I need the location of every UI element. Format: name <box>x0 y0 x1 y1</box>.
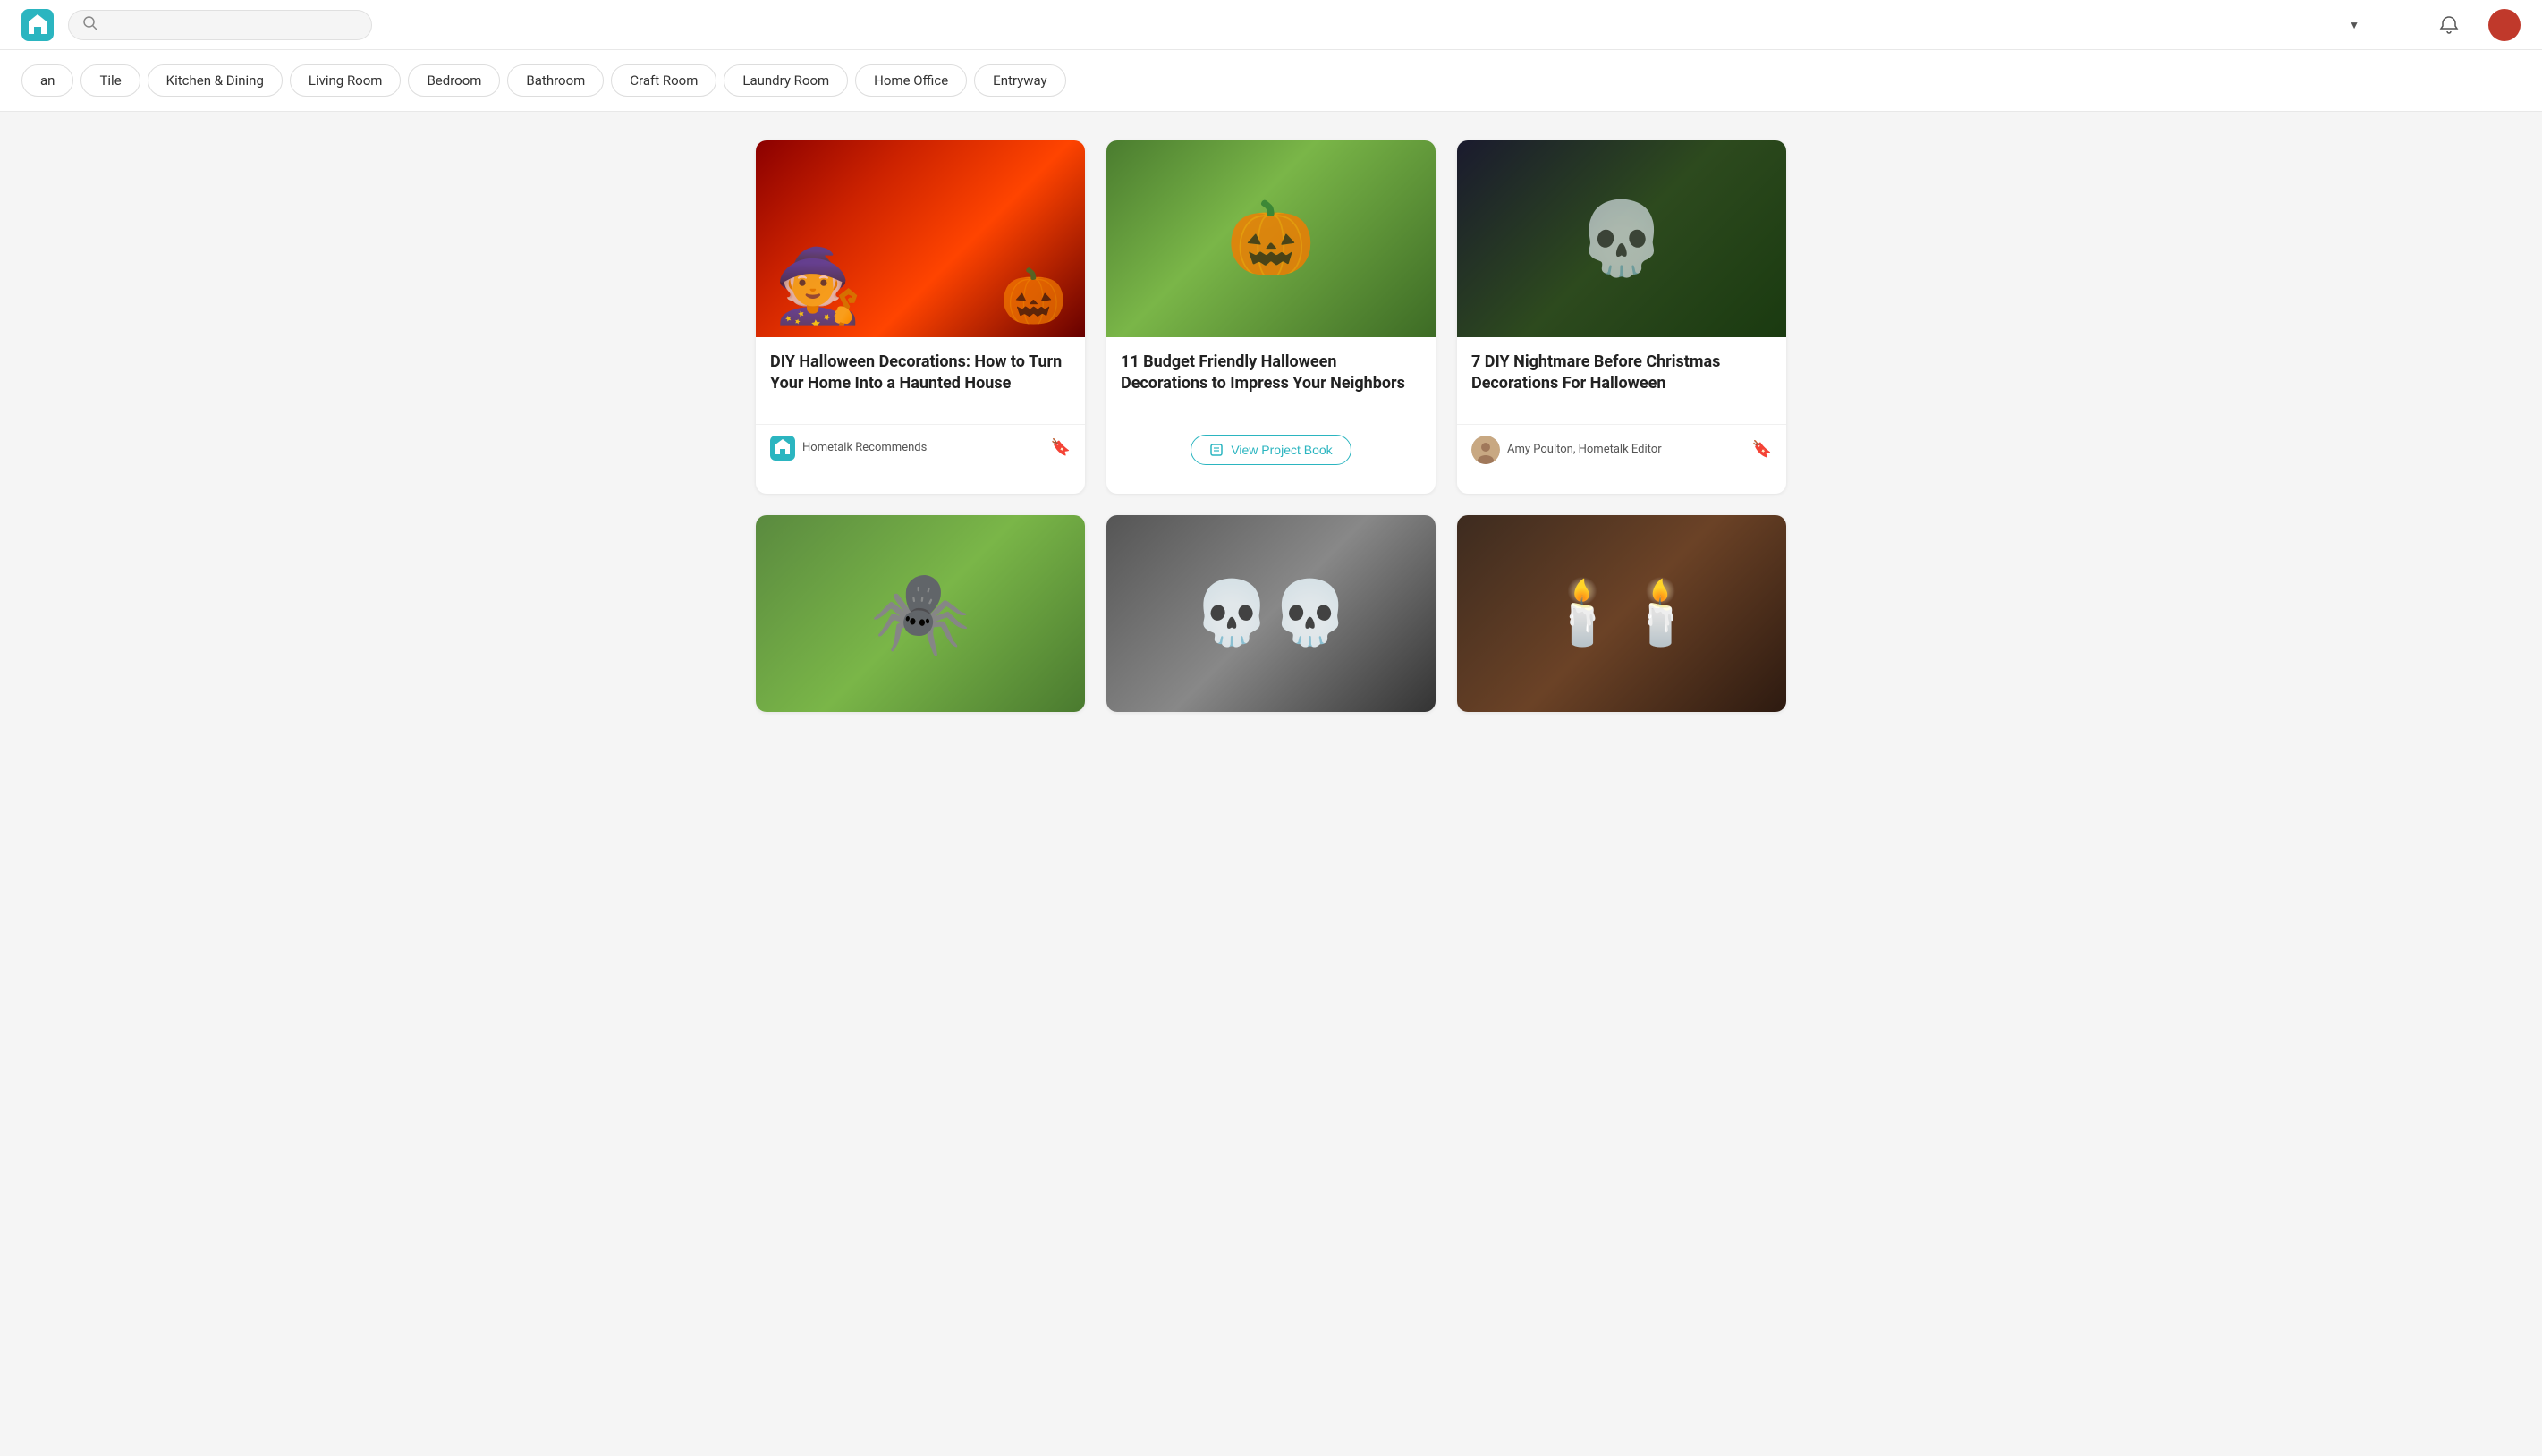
card-author: Hometalk Recommends <box>770 436 927 461</box>
card-image <box>1457 515 1786 712</box>
category-pill-kitchen-dining[interactable]: Kitchen & Dining <box>148 64 283 97</box>
category-pill-home-office[interactable]: Home Office <box>855 64 967 97</box>
category-pill-laundry-room[interactable]: Laundry Room <box>724 64 848 97</box>
card-body: DIY Halloween Decorations: How to Turn Y… <box>756 337 1085 424</box>
author-name: Hometalk Recommends <box>802 441 927 454</box>
category-pill-an[interactable]: an <box>21 64 73 97</box>
author-avatar <box>1471 436 1500 464</box>
card-title: 7 DIY Nightmare Before Christmas Decorat… <box>1471 351 1772 395</box>
card-title: 11 Budget Friendly Halloween Decorations… <box>1121 351 1421 395</box>
author-name: Amy Poulton, Hometalk Editor <box>1507 443 1662 456</box>
hometalk-logo-icon <box>770 436 795 461</box>
notification-bell[interactable] <box>2435 11 2463 39</box>
card-grid: DIY Halloween Decorations: How to Turn Y… <box>756 140 1786 712</box>
card-footer: Amy Poulton, Hometalk Editor 🔖 <box>1457 424 1786 475</box>
card-card3[interactable]: 7 DIY Nightmare Before Christmas Decorat… <box>1457 140 1786 494</box>
category-pill-bathroom[interactable]: Bathroom <box>507 64 604 97</box>
card-image <box>1106 140 1436 337</box>
category-pill-bedroom[interactable]: Bedroom <box>408 64 500 97</box>
card-author: Amy Poulton, Hometalk Editor <box>1471 436 1662 464</box>
card-card5[interactable] <box>1106 515 1436 712</box>
search-bar[interactable] <box>68 10 372 40</box>
card-card4[interactable] <box>756 515 1085 712</box>
bookmark-icon[interactable]: 🔖 <box>1752 440 1772 459</box>
card-image <box>1106 515 1436 712</box>
card-card1[interactable]: DIY Halloween Decorations: How to Turn Y… <box>756 140 1085 494</box>
category-pill-entryway[interactable]: Entryway <box>974 64 1065 97</box>
card-body: 7 DIY Nightmare Before Christmas Decorat… <box>1457 337 1786 424</box>
chevron-down-icon: ▼ <box>2349 19 2360 31</box>
avatar[interactable] <box>2488 9 2521 41</box>
bookmark-icon[interactable]: 🔖 <box>1051 438 1071 457</box>
book-icon <box>1209 443 1224 457</box>
header-nav: ▼ <box>2345 9 2521 41</box>
category-bar: anTileKitchen & DiningLiving RoomBedroom… <box>0 50 2542 112</box>
search-input[interactable] <box>105 18 357 32</box>
card-body: 11 Budget Friendly Halloween Decorations… <box>1106 337 1436 424</box>
card-footer: Hometalk Recommends 🔖 <box>756 424 1085 471</box>
card-image <box>756 515 1085 712</box>
category-pill-tile[interactable]: Tile <box>80 64 140 97</box>
card-card6[interactable] <box>1457 515 1786 712</box>
category-pill-living-room[interactable]: Living Room <box>290 64 402 97</box>
category-pill-craft-room[interactable]: Craft Room <box>611 64 716 97</box>
header: ▼ <box>0 0 2542 50</box>
explore-projects-link[interactable]: ▼ <box>2345 19 2360 31</box>
card-card2[interactable]: 11 Budget Friendly Halloween Decorations… <box>1106 140 1436 494</box>
search-icon <box>83 16 97 34</box>
card-title: DIY Halloween Decorations: How to Turn Y… <box>770 351 1071 395</box>
card-image <box>1457 140 1786 337</box>
category-pills: anTileKitchen & DiningLiving RoomBedroom… <box>0 64 1088 97</box>
card-footer: View Project Book <box>1106 424 1436 494</box>
logo[interactable] <box>21 9 54 41</box>
card-image <box>756 140 1085 337</box>
main-content: DIY Halloween Decorations: How to Turn Y… <box>734 140 1808 712</box>
view-project-button[interactable]: View Project Book <box>1191 435 1351 465</box>
